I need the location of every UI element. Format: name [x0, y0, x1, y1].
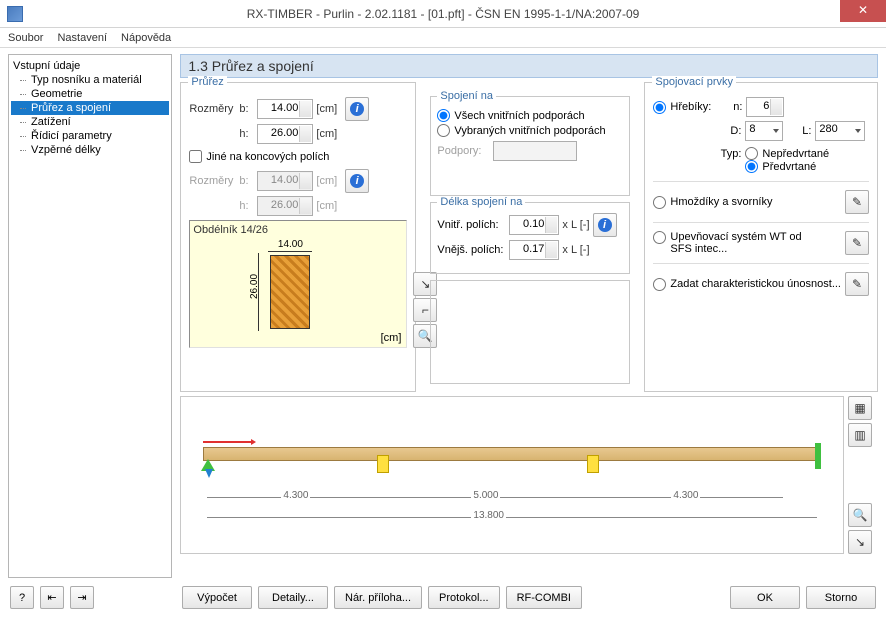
radio-pred[interactable] — [745, 160, 758, 173]
group-fasteners: Spojovací prvky — [652, 76, 736, 88]
edit-dowels-icon[interactable]: ✎ — [845, 190, 869, 214]
canvas-tool-1-icon[interactable]: ▦ — [848, 396, 872, 420]
section-preview: Obdélník 14/26 14.00 26.00 [cm] — [189, 220, 407, 348]
check-end-fields[interactable] — [189, 150, 202, 163]
unit-h: [cm] — [316, 128, 337, 140]
radio-wt[interactable] — [653, 231, 666, 244]
window-title: RX-TIMBER - Purlin - 2.02.1181 - [01.pft… — [0, 7, 886, 21]
next-button[interactable]: ⇥ — [70, 586, 94, 609]
rfcombi-button[interactable]: RF-COMBI — [506, 586, 582, 609]
close-button[interactable]: ✕ — [840, 0, 886, 22]
annex-button[interactable]: Nár. příloha... — [334, 586, 422, 609]
nav-item-4[interactable]: Řídicí parametry — [11, 129, 169, 143]
nav-tree: Vstupní údaje Typ nosníku a materiál Geo… — [8, 54, 172, 578]
info-icon: i — [350, 102, 364, 116]
label-b2: b: — [239, 175, 257, 187]
preview-label: Obdélník 14/26 — [193, 224, 268, 236]
canvas-search-icon[interactable]: 🔍 — [848, 503, 872, 527]
label-rozmery2: Rozměry — [189, 175, 239, 187]
radio-char[interactable] — [653, 278, 666, 291]
info-icon: i — [598, 218, 612, 232]
menu-settings[interactable]: Nastavení — [57, 32, 107, 44]
label-h: h: — [239, 128, 257, 140]
nav-item-5[interactable]: Vzpěrné délky — [11, 143, 169, 157]
app-icon — [7, 6, 23, 22]
edit-wt-icon[interactable]: ✎ — [845, 231, 869, 255]
radio-nails[interactable] — [653, 101, 666, 114]
label-inner: Vnitř. polích: — [437, 219, 509, 231]
select-d[interactable]: 8 — [745, 121, 783, 141]
check-end-fields-label: Jiné na koncových polích — [206, 151, 329, 163]
nav-item-2[interactable]: Průřez a spojení — [11, 101, 169, 115]
input-n[interactable]: 6 — [746, 97, 784, 117]
radio-dowels[interactable] — [653, 196, 666, 209]
radio-selected-supports[interactable] — [437, 124, 450, 137]
group-spojeni: Spojení na — [437, 90, 496, 102]
calc-button[interactable]: Výpočet — [182, 586, 252, 609]
radio-all-supports[interactable] — [437, 109, 450, 122]
unit-b: [cm] — [316, 103, 337, 115]
input-inner[interactable]: 0.10 — [509, 215, 559, 235]
info-button-2[interactable]: i — [345, 169, 369, 193]
group-delka: Délka spojení na — [437, 196, 525, 208]
nav-item-1[interactable]: Geometrie — [11, 87, 169, 101]
nav-item-0[interactable]: Typ nosníku a materiál — [11, 73, 169, 87]
nav-root[interactable]: Vstupní údaje — [11, 59, 169, 73]
menu-file[interactable]: Soubor — [8, 32, 43, 44]
input-b2: 14.00 — [257, 171, 313, 191]
label-h2: h: — [239, 200, 257, 212]
ok-button[interactable]: OK — [730, 586, 800, 609]
protocol-button[interactable]: Protokol... — [428, 586, 500, 609]
canvas-tool-2-icon[interactable]: ▥ — [848, 423, 872, 447]
label-outer: Vnějš. polích: — [437, 244, 509, 256]
input-podpory — [493, 141, 577, 161]
details-button[interactable]: Detaily... — [258, 586, 328, 609]
prev-button[interactable]: ⇤ — [40, 586, 64, 609]
input-b[interactable]: 14.00 — [257, 99, 313, 119]
page-title: 1.3 Průřez a spojení — [180, 54, 878, 78]
select-l[interactable]: 280 — [815, 121, 865, 141]
radio-nepred[interactable] — [745, 147, 758, 160]
nav-item-3[interactable]: Zatížení — [11, 115, 169, 129]
info-button-1[interactable]: i — [345, 97, 369, 121]
cancel-button[interactable]: Storno — [806, 586, 876, 609]
input-outer[interactable]: 0.17 — [509, 240, 559, 260]
help-button[interactable]: ? — [10, 586, 34, 609]
label-podpory: Podpory: — [437, 145, 493, 157]
info-button-3[interactable]: i — [593, 213, 617, 237]
label-rozmery: Rozměry — [189, 103, 239, 115]
edit-char-icon[interactable]: ✎ — [845, 272, 869, 296]
label-b: b: — [239, 103, 257, 115]
canvas-pin-icon[interactable]: ↘ — [848, 530, 872, 554]
group-prurez: Průřez — [188, 76, 226, 88]
menu-help[interactable]: Nápověda — [121, 32, 171, 44]
beam-canvas: 4.300 5.000 4.300 13.800 — [180, 396, 844, 554]
info-icon: i — [350, 174, 364, 188]
input-h2: 26.00 — [257, 196, 313, 216]
input-h[interactable]: 26.00 — [257, 124, 313, 144]
